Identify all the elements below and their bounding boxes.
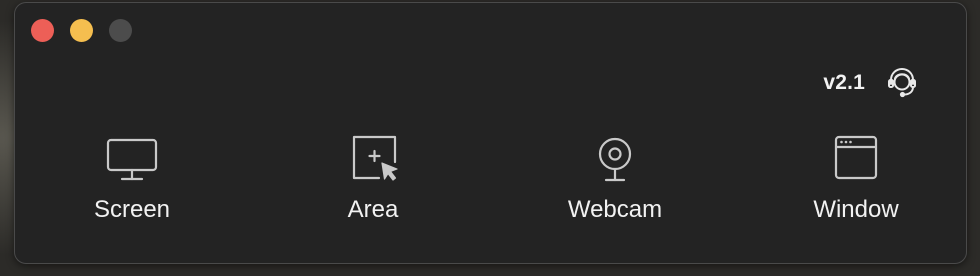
mode-screen-label: Screen xyxy=(93,196,171,223)
minimize-button[interactable] xyxy=(70,19,93,42)
area-select-icon xyxy=(352,135,398,181)
version-label: v2.1 xyxy=(823,71,865,94)
mode-area-label: Area xyxy=(347,196,399,223)
mode-window-label: Window xyxy=(813,196,899,223)
headset-support-icon[interactable] xyxy=(885,66,919,100)
capture-mode-list: Screen Area Webcam Window xyxy=(14,132,967,232)
mode-area-button[interactable]: Area xyxy=(303,132,443,224)
recorder-window: v2.1 Screen Area Webcam Window xyxy=(14,2,967,264)
monitor-icon xyxy=(106,138,158,181)
mode-webcam-label: Webcam xyxy=(567,196,663,223)
window-controls xyxy=(31,19,132,42)
close-button[interactable] xyxy=(31,19,54,42)
webcam-icon xyxy=(598,137,632,182)
mode-window-button[interactable]: Window xyxy=(786,132,926,224)
mode-screen-button[interactable]: Screen xyxy=(62,132,202,224)
zoom-button[interactable] xyxy=(109,19,132,42)
version-area: v2.1 xyxy=(823,66,919,100)
app-window-icon xyxy=(834,135,878,180)
mode-webcam-button[interactable]: Webcam xyxy=(545,132,685,224)
